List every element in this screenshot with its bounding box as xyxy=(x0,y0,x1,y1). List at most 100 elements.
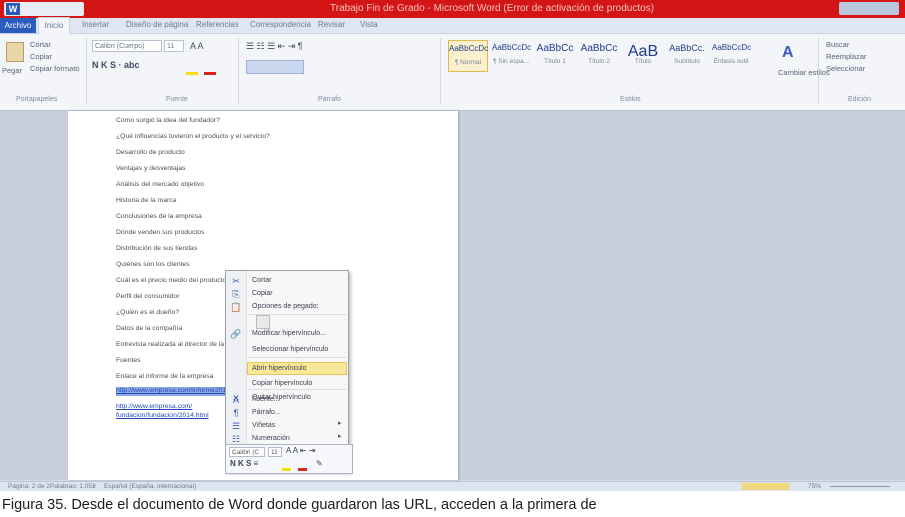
style-item[interactable]: AaBbCcDc ¶ Sin espa... xyxy=(492,40,532,70)
ribbon-separator xyxy=(238,38,239,104)
word-window: W Trabajo Fin de Grado - Microsoft Word … xyxy=(0,0,905,491)
copy-button[interactable]: Copiar xyxy=(30,52,52,61)
style-item[interactable]: AaB Título xyxy=(624,40,662,70)
mini-format-painter-icon[interactable]: ✎ xyxy=(316,459,323,468)
word-count[interactable]: Palabras: 1.051 xyxy=(50,482,96,491)
tab-references[interactable]: Referencias xyxy=(196,20,239,29)
paste-button[interactable]: Pegar xyxy=(2,66,22,75)
hyperlink-line-2[interactable]: fundacion/fundacion/2014.html xyxy=(116,412,209,419)
font-color-icon[interactable] xyxy=(204,62,216,75)
tab-review[interactable]: Revisar xyxy=(318,20,345,29)
replace-button[interactable]: Reemplazar xyxy=(826,52,866,61)
document-line: Perfil del consumidor xyxy=(116,293,180,300)
font-size-buttons[interactable]: A A xyxy=(190,41,204,51)
style-sample: AaBbCc xyxy=(580,43,618,54)
ribbon: Pegar Cortar Copiar Copiar formato Porta… xyxy=(0,34,905,111)
document-line: Datos de la compañía xyxy=(116,325,183,332)
context-menu-item[interactable]: Seleccionar hipervínculo xyxy=(246,343,348,356)
quick-access-toolbar: W xyxy=(4,2,84,16)
change-styles-button[interactable]: Cambiar estilos xyxy=(778,68,830,77)
mini-size-select[interactable]: 11 xyxy=(268,447,282,457)
mini-font-color-icon[interactable] xyxy=(298,460,307,471)
context-menu-item[interactable]: Viñetas xyxy=(246,419,348,432)
align-buttons[interactable] xyxy=(246,60,304,74)
hyperlink-line-1[interactable]: http://www.empresa.com/ xyxy=(116,403,192,410)
context-menu-item[interactable]: Párrafo... xyxy=(246,406,348,419)
style-item[interactable]: AaBbCc. Subtítulo xyxy=(668,40,706,70)
context-menu-item[interactable]: Cortar xyxy=(246,274,348,287)
font-size-select[interactable]: 11 xyxy=(164,40,184,52)
style-item[interactable]: AaBbCcDc ¶ Normal xyxy=(448,40,488,72)
document-line: Ventajas y desventajas xyxy=(116,165,186,172)
list-buttons[interactable]: ☰ ☷ ☰ ⇤ ⇥ ¶ xyxy=(246,41,303,52)
ribbon-separator xyxy=(86,38,87,104)
style-sample: AaBbCcDc xyxy=(449,44,489,53)
submenu-arrow-icon: ▸ xyxy=(338,420,342,427)
status-bar: Página: 2 de 2 Palabras: 1.051 ✓ Español… xyxy=(0,481,905,491)
context-menu-item[interactable]: Copiar xyxy=(246,287,348,300)
ribbon-separator xyxy=(818,38,819,104)
font-format-buttons[interactable]: N K S · abc xyxy=(92,60,140,70)
zoom-slider[interactable] xyxy=(830,486,890,487)
word-logo-icon[interactable]: W xyxy=(6,3,20,15)
document-line: Como surgió la idea del fundador? xyxy=(116,117,220,124)
context-menu-item[interactable]: Opciones de pegado: xyxy=(246,300,348,313)
context-menu-item[interactable]: Fuente... xyxy=(246,393,348,406)
context-menu-item[interactable]: Abrir hipervínculo xyxy=(246,362,348,375)
tab-page-layout[interactable]: Diseño de página xyxy=(126,20,188,29)
tab-insert[interactable]: Insertar xyxy=(82,20,109,29)
view-buttons[interactable] xyxy=(742,483,790,490)
document-line: Conclusiones de la empresa xyxy=(116,213,202,220)
mini-font-select[interactable]: Calibri (C xyxy=(229,447,265,457)
mini-highlight-icon[interactable] xyxy=(282,460,291,471)
tab-view[interactable]: Vista xyxy=(360,20,378,29)
style-item[interactable]: AaBbCc Título 1 xyxy=(536,40,574,70)
style-name: ¶ Normal xyxy=(454,59,482,66)
cut-icon: ✂ xyxy=(232,276,240,286)
highlight-color-icon[interactable] xyxy=(186,62,198,75)
mini-grow-shrink-buttons[interactable]: A A ⇤ ⇥ xyxy=(286,446,315,455)
select-button[interactable]: Seleccionar xyxy=(826,64,865,73)
document-line: ¿Quién es el dueño? xyxy=(116,309,180,316)
paste-option-icon[interactable] xyxy=(256,315,270,329)
document-line: Dónde venden sus productos xyxy=(116,229,205,236)
edit-hyperlink-icon: 🔗 xyxy=(230,329,242,339)
font-group-label: Fuente xyxy=(166,96,188,103)
tab-home[interactable]: Inicio xyxy=(38,17,70,34)
format-painter-button[interactable]: Copiar formato xyxy=(30,64,80,73)
window-controls[interactable] xyxy=(839,2,899,15)
font-name-select[interactable]: Calibri (Cuerpo) xyxy=(92,40,162,52)
zoom-level[interactable]: 75% xyxy=(808,482,821,491)
page-count[interactable]: Página: 2 de 2 xyxy=(8,482,50,491)
style-name: Título 1 xyxy=(544,58,566,65)
copy-icon: ⎘ xyxy=(232,289,240,299)
tab-file[interactable]: Archivo xyxy=(0,18,36,33)
spellcheck-icon[interactable]: ✓ xyxy=(92,482,97,491)
document-line: Desarrollo de producto xyxy=(116,149,185,156)
style-item[interactable]: AaBbCc Título 2 xyxy=(580,40,618,70)
document-line: Fuentes xyxy=(116,357,141,364)
paste-icon[interactable] xyxy=(6,42,24,62)
style-name: Título xyxy=(634,58,652,65)
style-sample: AaBbCc. xyxy=(669,43,705,53)
cut-button[interactable]: Cortar xyxy=(30,40,51,49)
style-item[interactable]: AaBbCcDc Énfasis sutil xyxy=(712,40,751,70)
change-styles-icon[interactable]: A xyxy=(782,44,796,62)
language-indicator[interactable]: Español (España, internacional) xyxy=(104,482,196,491)
mini-format-buttons[interactable]: N K S ≡ xyxy=(230,459,258,468)
document-line: Distribución de sus tiendas xyxy=(116,245,198,252)
find-button[interactable]: Buscar xyxy=(826,40,849,49)
style-name: Título 2 xyxy=(588,58,610,65)
style-sample: AaBbCc xyxy=(536,43,574,54)
tab-mailings[interactable]: Correspondencia xyxy=(250,20,311,29)
style-name: ¶ Sin espa... xyxy=(492,58,529,65)
document-line: Cuál es el precio medio del producto xyxy=(116,277,227,284)
style-sample: AaBbCcDc xyxy=(492,43,532,52)
figure-caption: Figura 35. Desde el documento de Word do… xyxy=(2,497,597,513)
mini-toolbar: Calibri (C 11 A A ⇤ ⇥ N K S ≡ ✎ xyxy=(225,444,353,474)
ribbon-separator xyxy=(440,38,441,104)
styles-group-label: Estilos xyxy=(620,96,641,103)
paste-icon: 📋 xyxy=(230,302,242,312)
ribbon-tabs: Insertar Diseño de página Referencias Co… xyxy=(0,18,905,34)
style-name: Subtítulo xyxy=(674,58,700,65)
